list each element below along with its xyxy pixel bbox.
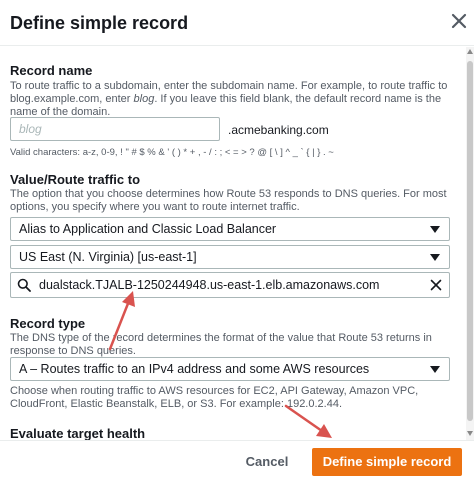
record-type-description: The DNS type of the record determines th… <box>10 332 432 357</box>
scroll-up-icon[interactable] <box>467 49 473 54</box>
dialog-scrollbar[interactable] <box>466 47 474 440</box>
load-balancer-search[interactable]: dualstack.TJALB-1250244948.us-east-1.elb… <box>10 272 450 298</box>
define-simple-record-button[interactable]: Define simple record <box>312 448 462 476</box>
endpoint-select[interactable]: Alias to Application and Classic Load Ba… <box>10 217 450 241</box>
clear-icon[interactable] <box>430 279 442 291</box>
caret-down-icon <box>430 366 440 373</box>
dialog-footer: Cancel Define simple record <box>0 440 474 477</box>
record-name-label: Record name <box>10 63 93 78</box>
dialog-title: Define simple record <box>10 13 189 33</box>
record-type-select-value: A – Routes traffic to an IPv4 address an… <box>19 362 370 376</box>
close-icon[interactable] <box>448 10 470 32</box>
caret-down-icon <box>430 254 440 261</box>
define-simple-record-dialog: Define simple record Record name To rout… <box>0 0 474 477</box>
value-route-description: The option that you choose determines ho… <box>10 188 447 213</box>
region-select-value: US East (N. Virginia) [us-east-1] <box>19 250 197 264</box>
record-type-select[interactable]: A – Routes traffic to an IPv4 address an… <box>10 357 450 381</box>
record-type-hint: Choose when routing traffic to AWS resou… <box>10 385 419 410</box>
search-icon <box>17 278 31 292</box>
endpoint-select-value: Alias to Application and Classic Load Ba… <box>19 222 277 236</box>
region-select[interactable]: US East (N. Virginia) [us-east-1] <box>10 245 450 269</box>
record-name-input[interactable] <box>10 117 220 141</box>
cancel-button[interactable]: Cancel <box>236 451 298 473</box>
valid-characters-hint: Valid characters: a-z, 0-9, ! " # $ % & … <box>10 147 334 158</box>
dialog-header: Define simple record <box>0 0 474 46</box>
scrollbar-thumb[interactable] <box>467 61 473 421</box>
domain-suffix: .acmebanking.com <box>228 123 329 137</box>
dialog-body: Record name To route traffic to a subdom… <box>0 47 466 440</box>
record-type-label: Record type <box>10 316 86 331</box>
record-name-description: To route traffic to a subdomain, enter t… <box>10 80 448 118</box>
scroll-down-icon[interactable] <box>467 431 473 436</box>
load-balancer-value: dualstack.TJALB-1250244948.us-east-1.elb… <box>39 278 380 292</box>
caret-down-icon <box>430 226 440 233</box>
evaluate-target-health-label: Evaluate target health <box>10 426 146 440</box>
value-route-label: Value/Route traffic to <box>10 172 141 187</box>
